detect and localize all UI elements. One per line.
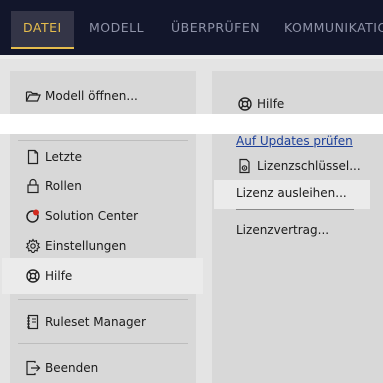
license-keys-item[interactable]: Lizenzschlüssel...	[237, 158, 361, 174]
lifebuoy-icon	[237, 96, 253, 112]
exit-icon	[25, 360, 41, 376]
roles-item[interactable]: Rollen	[25, 178, 82, 194]
check-updates-label: Auf Updates prüfen	[236, 134, 353, 148]
padlock-icon	[25, 178, 41, 194]
white-band	[0, 114, 383, 134]
solution-center-label: Solution Center	[45, 209, 139, 223]
check-updates-link[interactable]: Auf Updates prüfen	[236, 134, 353, 148]
separator	[18, 140, 188, 141]
license-agreement-item[interactable]: Lizenzvertrag...	[236, 223, 329, 237]
recent-item[interactable]: Letzte	[25, 149, 82, 165]
document-icon	[25, 149, 41, 165]
separator	[18, 299, 188, 300]
separator	[236, 209, 354, 210]
tab-datei[interactable]: DATEI	[11, 11, 74, 49]
solution-center-item[interactable]: Solution Center	[25, 208, 138, 224]
exit-label: Beenden	[45, 361, 99, 375]
folder-open-icon	[25, 88, 41, 104]
notebook-icon	[25, 314, 41, 330]
exit-item[interactable]: Beenden	[25, 360, 98, 376]
open-model-label: Modell öffnen...	[45, 89, 138, 103]
document-gear-icon	[237, 158, 253, 174]
help-heading-label: Hilfe	[257, 97, 285, 111]
tab-kommunikation[interactable]: KOMMUNIKATION	[284, 11, 383, 49]
borrow-license-item[interactable]: Lizenz ausleihen...	[236, 186, 347, 200]
tab-ueberpruefen[interactable]: ÜBERPRÜFEN	[171, 11, 260, 49]
license-keys-label: Lizenzschlüssel...	[257, 159, 361, 173]
menubar: DATEI MODELL ÜBERPRÜFEN KOMMUNIKATION	[0, 0, 383, 55]
license-agreement-label: Lizenzvertrag...	[236, 223, 330, 237]
roles-label: Rollen	[45, 179, 82, 193]
open-model-item[interactable]: Modell öffnen...	[25, 88, 138, 104]
separator	[18, 343, 188, 344]
settings-item[interactable]: Einstellungen	[25, 238, 126, 254]
borrow-license-label: Lizenz ausleihen...	[236, 186, 347, 200]
lifebuoy-icon	[25, 268, 41, 284]
help-label: Hilfe	[45, 269, 73, 283]
divider-band	[0, 55, 383, 59]
ruleset-manager-label: Ruleset Manager	[45, 315, 146, 329]
gear-icon	[25, 238, 41, 254]
solution-center-icon	[25, 208, 41, 224]
recent-label: Letzte	[45, 150, 82, 164]
help-heading: Hilfe	[237, 96, 284, 112]
help-item[interactable]: Hilfe	[25, 268, 72, 284]
settings-label: Einstellungen	[45, 239, 127, 253]
ruleset-manager-item[interactable]: Ruleset Manager	[25, 314, 146, 330]
tab-modell[interactable]: MODELL	[89, 11, 144, 49]
